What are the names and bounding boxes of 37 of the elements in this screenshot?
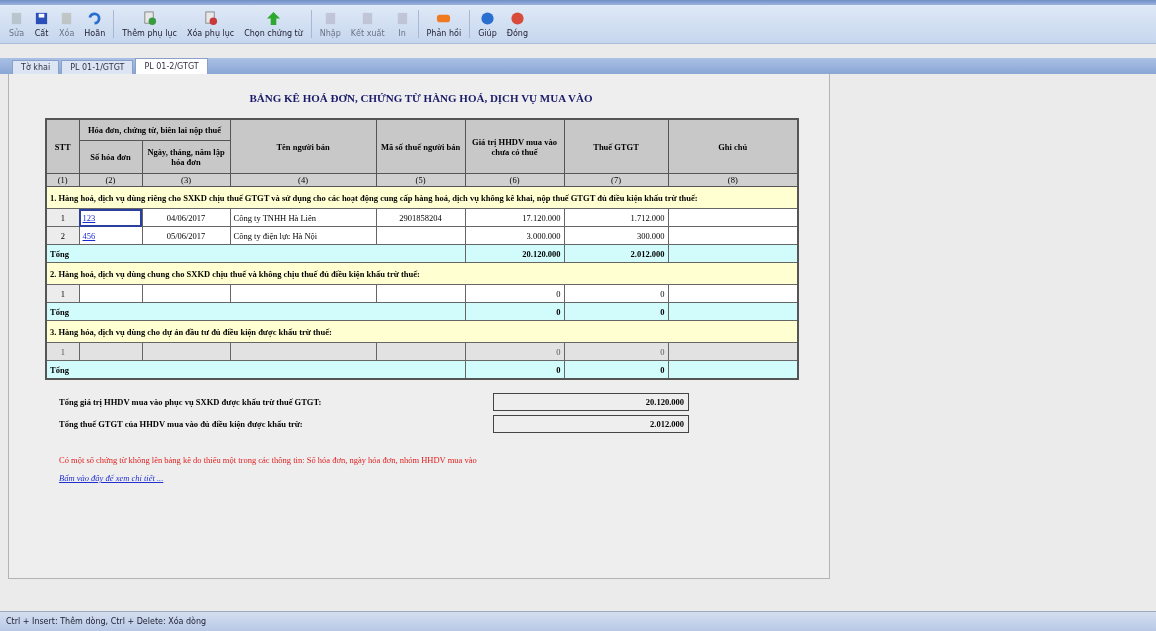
section-heading: 3. Hàng hóa, dịch vụ dùng cho dự án đầu tư đủ điều kiện được khấu trừ thuế: xyxy=(46,320,798,343)
details-link[interactable]: Bấm vào đây để xem chi tiết ... xyxy=(59,473,164,483)
summary-label: Tổng thuế GTGT của HHDV mua vào đủ điều kiện được khấu trừ: xyxy=(59,419,303,429)
summary-value: 20.120.000 xyxy=(493,393,689,411)
column-header: Thuế GTGT xyxy=(564,119,668,174)
toolbar-button[interactable]: Hoãn xyxy=(79,8,111,40)
column-header: Mã số thuế người bán xyxy=(376,119,465,174)
column-header: Ngày, tháng, năm lập hóa đơn xyxy=(142,140,230,174)
column-header: Ghi chú xyxy=(668,119,798,174)
summary-label: Tổng giá trị HHDV mua vào phục vụ SXKD được khấu trừ thuế GTGT: xyxy=(59,397,322,407)
tab[interactable]: PL 01-1/GTGT xyxy=(61,60,134,74)
warning-text: Có một số chứng từ không lên bảng kê do thiếu một trong các thông tin: Số hóa đơn, ngày hóa đơn, nhóm HHDV mua vào xyxy=(58,455,478,465)
up-arrow-icon xyxy=(266,10,281,26)
delete-document-icon xyxy=(203,10,219,26)
column-header: STT xyxy=(46,119,79,174)
summary-value: 2.012.000 xyxy=(493,415,689,433)
invoice-link[interactable]: 456 xyxy=(82,230,96,241)
tab[interactable]: PL 01-2/GTGT xyxy=(135,58,208,74)
form-title: BẢNG KÊ HOÁ ĐƠN, CHỨNG TỪ HÀNG HOÁ, DỊCH VỤ MUA VÀO xyxy=(248,92,594,104)
column-header: Số hóa đơn xyxy=(79,140,142,174)
status-bar: Ctrl + Insert: Thêm dòng, Ctrl + Delete: Xóa dòng xyxy=(0,611,1156,631)
toolbar-button[interactable]: Cất xyxy=(29,8,55,40)
column-header: Tên người bán xyxy=(230,119,376,174)
undo-icon xyxy=(87,10,103,26)
section-heading: 2. Hàng hoá, dịch vụ dùng chung cho SXKD chịu thuế và không chịu thuế đủ điều kiện khấu trừ thuế: xyxy=(46,262,798,285)
column-header: Hóa đơn, chứng từ, biên lai nộp thuế xyxy=(79,119,230,141)
toolbar-button[interactable]: Thêm phụ lục xyxy=(117,8,182,40)
toolbar-button[interactable]: Đóng xyxy=(501,8,533,40)
section-heading: 1. Hàng hoá, dịch vụ dùng riêng cho SXKD chịu thuế GTGT và sử dụng cho các hoạt động cung cấp hàng hoá, dịch vụ không kê khai, nộp thuế GTGT đủ điều kiện khấu trừ thuế: xyxy=(46,186,798,209)
add-document-icon xyxy=(142,10,158,26)
toolbar-button[interactable]: Phản hồi xyxy=(421,8,467,40)
invoice-link[interactable]: 123 xyxy=(82,212,96,223)
tab[interactable]: Tờ khai xyxy=(12,60,60,74)
toolbar-button[interactable]: Chọn chứng từ xyxy=(239,8,308,40)
column-header: Giá trị HHDV mua vào chưa có thuế xyxy=(465,119,564,174)
toolbar-button[interactable]: Xóa phụ lục xyxy=(181,8,240,40)
toolbar-button[interactable]: Giúp xyxy=(473,8,502,40)
